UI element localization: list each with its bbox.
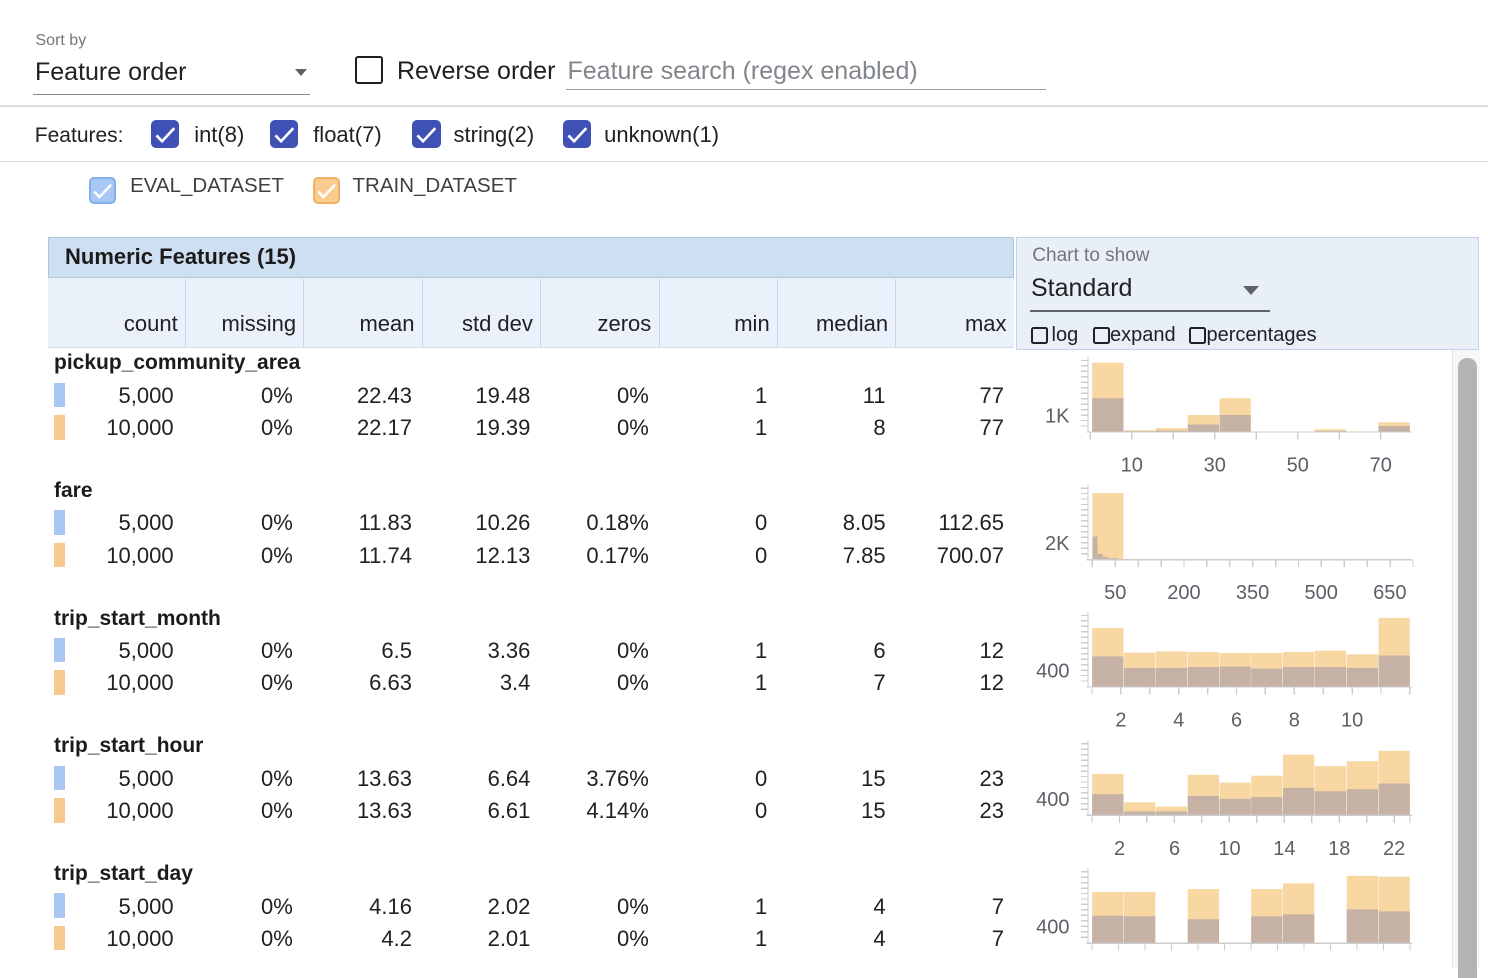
svg-text:400: 400 xyxy=(1036,917,1069,939)
svg-text:50: 50 xyxy=(1287,455,1309,477)
svg-text:650: 650 xyxy=(1373,582,1406,604)
svg-text:6: 6 xyxy=(1231,710,1242,732)
svg-text:18: 18 xyxy=(1328,838,1350,860)
svg-text:70: 70 xyxy=(1370,455,1392,477)
svg-text:2K: 2K xyxy=(1045,533,1070,555)
svg-text:2: 2 xyxy=(1115,710,1126,732)
svg-text:200: 200 xyxy=(1167,582,1200,604)
svg-text:4: 4 xyxy=(1173,710,1184,732)
svg-text:350: 350 xyxy=(1236,582,1269,604)
svg-text:400: 400 xyxy=(1036,789,1069,811)
svg-text:6: 6 xyxy=(1169,838,1180,860)
svg-text:2: 2 xyxy=(1114,838,1125,860)
svg-text:22: 22 xyxy=(1383,838,1405,860)
svg-text:10: 10 xyxy=(1218,838,1240,860)
svg-text:1K: 1K xyxy=(1045,406,1070,428)
svg-text:500: 500 xyxy=(1305,582,1338,604)
svg-text:50: 50 xyxy=(1104,582,1126,604)
svg-text:10: 10 xyxy=(1121,455,1143,477)
svg-text:30: 30 xyxy=(1204,455,1226,477)
svg-text:400: 400 xyxy=(1036,661,1069,683)
svg-text:14: 14 xyxy=(1273,838,1295,860)
svg-text:10: 10 xyxy=(1341,710,1363,732)
svg-text:8: 8 xyxy=(1289,710,1300,732)
